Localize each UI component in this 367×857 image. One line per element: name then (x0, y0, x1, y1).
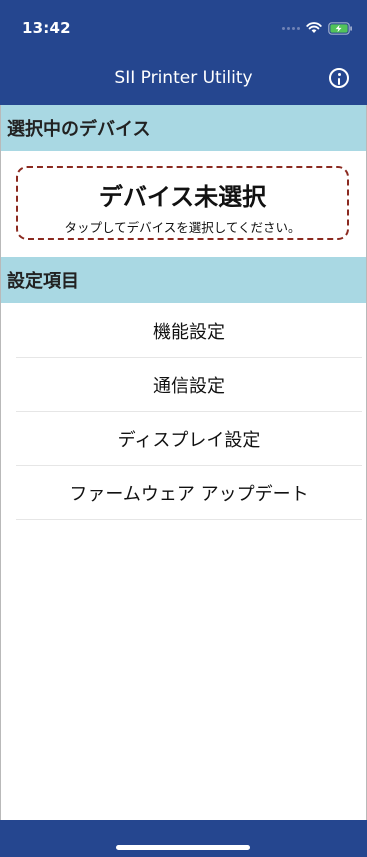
battery-charging-icon (328, 21, 353, 35)
menu-item-firmware-update[interactable]: ファームウェア アップデート (16, 466, 362, 520)
app-title: SII Printer Utility (114, 68, 253, 88)
bottom-bar (0, 820, 367, 857)
wifi-icon (306, 22, 322, 34)
menu-item-display-settings[interactable]: ディスプレイ設定 (16, 412, 362, 466)
selected-device-section-header: 選択中のデバイス (1, 105, 366, 151)
cellular-signal-icon (282, 26, 300, 30)
device-instruction-text: タップしてデバイスを選択してください。 (64, 220, 301, 235)
status-time: 13:42 (22, 19, 71, 37)
device-selection-card[interactable]: デバイス未選択 タップしてデバイスを選択してください。 (16, 166, 349, 240)
settings-menu-list: 機能設定 通信設定 ディスプレイ設定 ファームウェア アップデート (16, 304, 362, 520)
menu-item-communication-settings[interactable]: 通信設定 (16, 358, 362, 412)
device-status-title: デバイス未選択 (98, 183, 267, 211)
status-indicators (282, 20, 353, 36)
home-indicator[interactable] (116, 845, 250, 850)
menu-item-function-settings[interactable]: 機能設定 (16, 304, 362, 358)
settings-section-header: 設定項目 (1, 257, 366, 303)
app-header: 13:42 SII Printer Utility (0, 0, 367, 105)
info-icon[interactable] (329, 68, 349, 88)
